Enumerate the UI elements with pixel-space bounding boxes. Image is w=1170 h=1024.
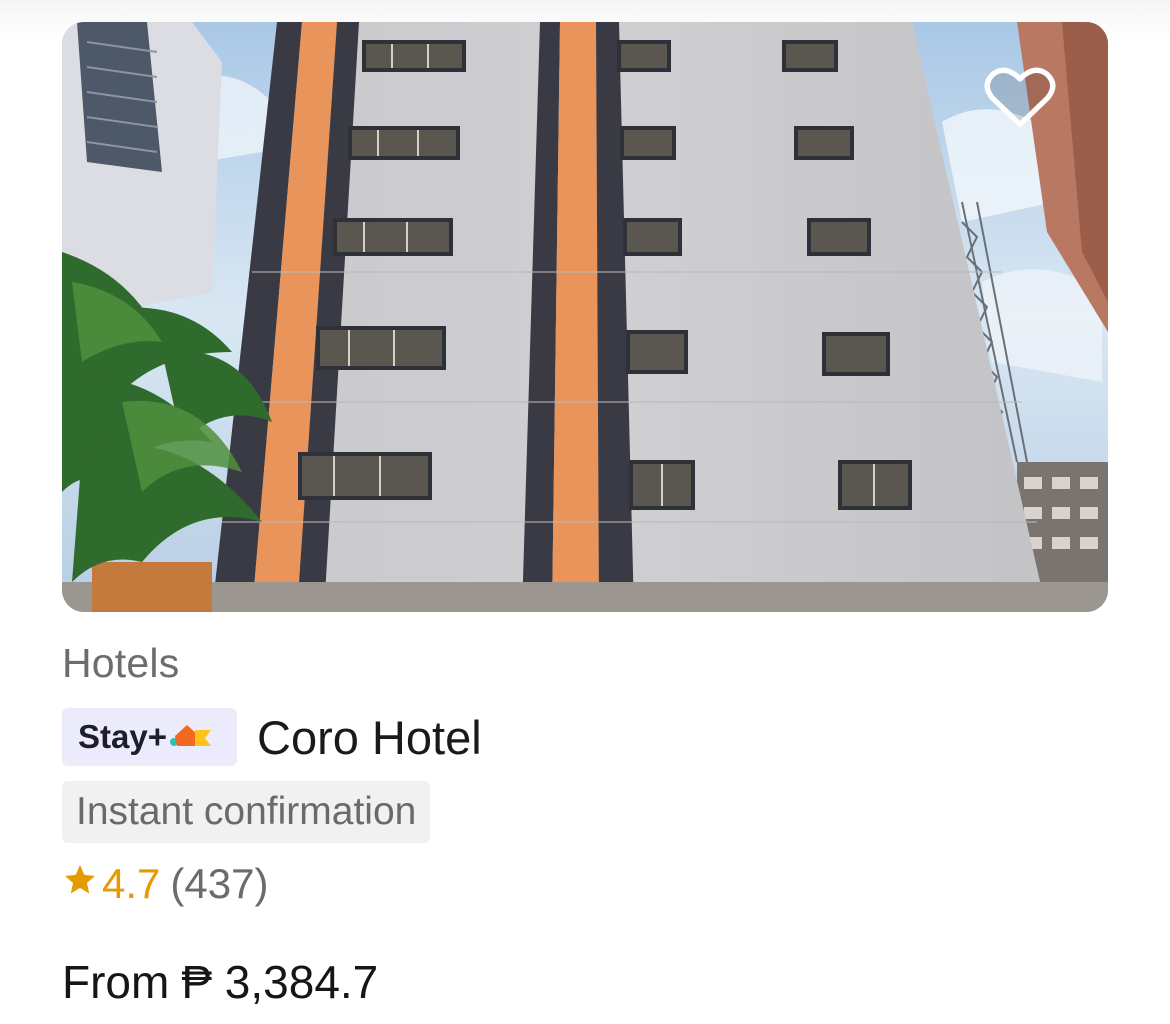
star-icon xyxy=(62,860,98,908)
rating-score: 4.7 xyxy=(102,860,161,907)
price: From ₱ 3,384.7 xyxy=(62,955,378,1009)
price-value: ₱ 3,384.7 xyxy=(181,956,379,1008)
hotel-photo[interactable] xyxy=(62,22,1108,612)
heart-outline-icon xyxy=(984,67,1056,128)
favorite-button[interactable] xyxy=(984,66,1056,130)
hotel-building-image xyxy=(62,22,1108,612)
hotel-listing-card[interactable]: Hotels Stay+ Coro Hotel Instant confirma… xyxy=(0,0,1170,1024)
stay-plus-badge: Stay+ xyxy=(62,708,237,766)
price-prefix: From xyxy=(62,956,170,1008)
title-row: Stay+ Coro Hotel xyxy=(62,708,482,766)
stay-plus-house-icon xyxy=(169,718,213,756)
rating: 4.7 (437) xyxy=(62,856,268,912)
hotel-name[interactable]: Coro Hotel xyxy=(257,710,482,765)
review-count: (437) xyxy=(170,860,269,907)
stay-plus-label: Stay+ xyxy=(78,718,167,755)
instant-confirmation-tag: Instant confirmation xyxy=(62,781,431,843)
category-label: Hotels xyxy=(62,640,180,686)
